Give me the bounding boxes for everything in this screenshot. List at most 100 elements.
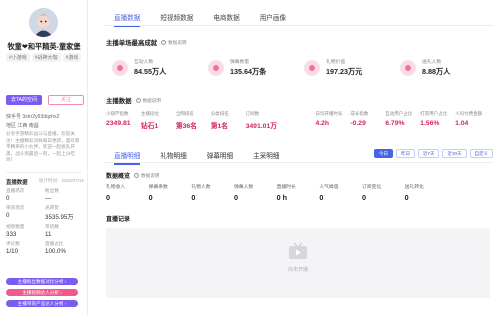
tab-live-data[interactable]: 直播数据 [104,12,150,27]
metric-value: 第1名 [210,123,229,130]
divider [104,25,494,26]
metric: 互动用户占比 6.79% [385,111,420,130]
metric-label: 打赏用户占比 [420,111,448,116]
overview-label: 礼物人数 [191,185,211,190]
overview-label: 弹幕人数 [234,185,254,190]
tag[interactable]: #小游戏 [6,53,30,62]
stat-cell: 总获赞 3535.95万 [45,205,84,221]
highlight-card: 弹幕数量 135.64万条 [202,58,298,77]
tab-ecommerce[interactable]: 电商数据 [203,12,249,26]
metric-value: 1.56% [420,120,440,127]
tag[interactable]: #游戏 [62,53,82,62]
stat-cell: 直播占比 100.0% [45,241,84,255]
stat-value: 3535.95万 [45,214,74,221]
metric-label: 日均开播时长 [315,111,343,116]
overview-value: 0 [106,193,110,202]
stat-cell: 直播场次 0 [6,188,45,202]
overview-title: 数据概览 ? 数据说明 [106,171,159,181]
card-label: 互动人数 [134,60,154,65]
metric: 日均开播时长 4.2h [315,111,350,130]
metric-label: 互动用户占比 [385,111,413,116]
stats-time: 统计时间：2020/07/15 [38,178,84,183]
divider [104,162,494,163]
overview-grid: 礼物收入 0 弹幕条数 0 礼物人数 0 弹幕人数 0 直播时长 0 h 人气峰值 0 订阅… [106,183,490,202]
info-label: 数据说明 [142,97,161,103]
stat-value: 11 [45,231,52,238]
card-value: 135.64万条 [230,67,267,76]
metric-value: 1.04 [455,120,469,127]
overview-item: 直播时长 0 h [277,183,320,202]
main-panel: 直播数据 短视频数据 电商数据 用户画像 主播单场最高成就 ? 数据说明 互动人数… [96,0,499,316]
metric: 订阅数 3491.01万 [246,111,316,130]
info-link[interactable]: ? 数据说明 [134,173,159,179]
question-icon: ? [161,40,167,45]
question-icon: ? [134,173,140,178]
fan-compare-button[interactable]: 主播粉丝数据对比分析 › [6,278,78,285]
overview-label: 人气峰值 [319,185,339,190]
overview-value: 0 [148,193,153,202]
divider [6,172,82,173]
metric-value: -0.29 [350,120,366,127]
sidebar-stats-grid: 直播场次 0 粉丝数 — 带货场次 0 总获赞 3535.95万 视频数量 333 带货数… [6,188,84,255]
records-panel: 尚未开播 [106,228,490,298]
stat-cell: 粉丝数 — [45,188,84,202]
overview-title-text: 数据概览 [106,174,131,180]
stat-label: 带货数 [45,224,59,229]
overview-item: 送礼转化 0 [405,183,448,202]
location-value: 江西 南昌 [17,123,39,129]
range-yesterday-button[interactable]: 昨日 [395,149,415,158]
metric: 小葫芦指数 2349.81 [106,111,141,130]
stat-label: 评论数 [6,241,20,246]
anchor-data-title: 主播数据 ? 数据说明 [106,96,161,106]
product-analysis-button[interactable]: 主播带货产品达人分析 › [6,300,78,307]
trophy-icon [112,59,128,76]
location-row: 地区 江西 南昌 [6,122,39,129]
metric-label: 人均付费金额 [455,111,483,116]
trophy-icon [400,59,416,76]
records-title: 直播记录 [106,217,131,223]
tab-user-portrait[interactable]: 用户画像 [250,12,296,26]
trophy-icon [304,59,320,76]
date-range-buttons: 今日 昨日 近7天 近30天 自定义 [373,149,493,158]
stat-value: 100.0% [45,248,66,255]
range-today-button[interactable]: 今日 [373,149,393,158]
tab-short-video[interactable]: 短视频数据 [150,12,203,26]
card-label: 送礼人数 [422,60,442,65]
visit-space-button[interactable]: 去TA的空间 [6,95,42,105]
range-7days-button[interactable]: 近7天 [417,149,440,158]
metric-label: 成长指数 [350,111,369,116]
follow-button[interactable]: 关注 [48,95,84,105]
info-link[interactable]: ? 数据说明 [161,39,187,46]
overview-value: 0 [234,193,238,202]
profile-description: 分享手游精彩战斗与直播，欢迎关注！主播精彩对局每日更新，喜欢和平精英的小伙伴，欢… [6,131,80,163]
overview-item: 礼物人数 0 [191,183,234,202]
metric-label: 全网排名 [175,111,194,116]
overview-value: 0 [362,193,366,202]
overview-value: 0 [319,193,324,202]
tag[interactable]: #战神大咖 [31,53,61,62]
sidebar-stats-header: 直播数据 统计时间：2020/07/15 [6,178,84,186]
stat-cell: 视频数量 333 [6,224,45,238]
stat-label: 总获赞 [45,205,59,210]
stats-title: 直播数据 [6,180,28,186]
records-empty-state: 尚未开播 [106,242,490,273]
info-link[interactable]: ? 数据说明 [135,97,161,104]
overview-label: 送礼转化 [404,185,424,190]
metric: 打赏用户占比 1.56% [420,111,455,130]
highlights-title: 主播单场最高成就 ? 数据说明 [106,38,187,48]
account-id: 快手号 3xtrr2y93dqzhx2 [6,114,60,120]
avatar[interactable] [29,8,58,37]
main-tabs: 直播数据 短视频数据 电商数据 用户画像 [104,12,296,27]
video-analysis-button[interactable]: 主播视频达人分析 › [6,289,78,296]
card-value: 84.55万人 [134,67,167,76]
overview-item: 礼物收入 0 [106,183,149,202]
metric: 分类排名 第1名 [211,111,246,130]
highlight-card: 送礼人数 8.88万人 [394,58,490,77]
range-custom-button[interactable]: 自定义 [469,149,493,158]
info-label: 数据说明 [168,39,187,45]
range-30days-button[interactable]: 近30天 [442,149,467,158]
overview-label: 直播时长 [276,185,296,190]
stat-value: 0 [6,212,10,219]
stat-label: 粉丝数 [45,188,59,193]
stat-value: 333 [6,231,17,238]
